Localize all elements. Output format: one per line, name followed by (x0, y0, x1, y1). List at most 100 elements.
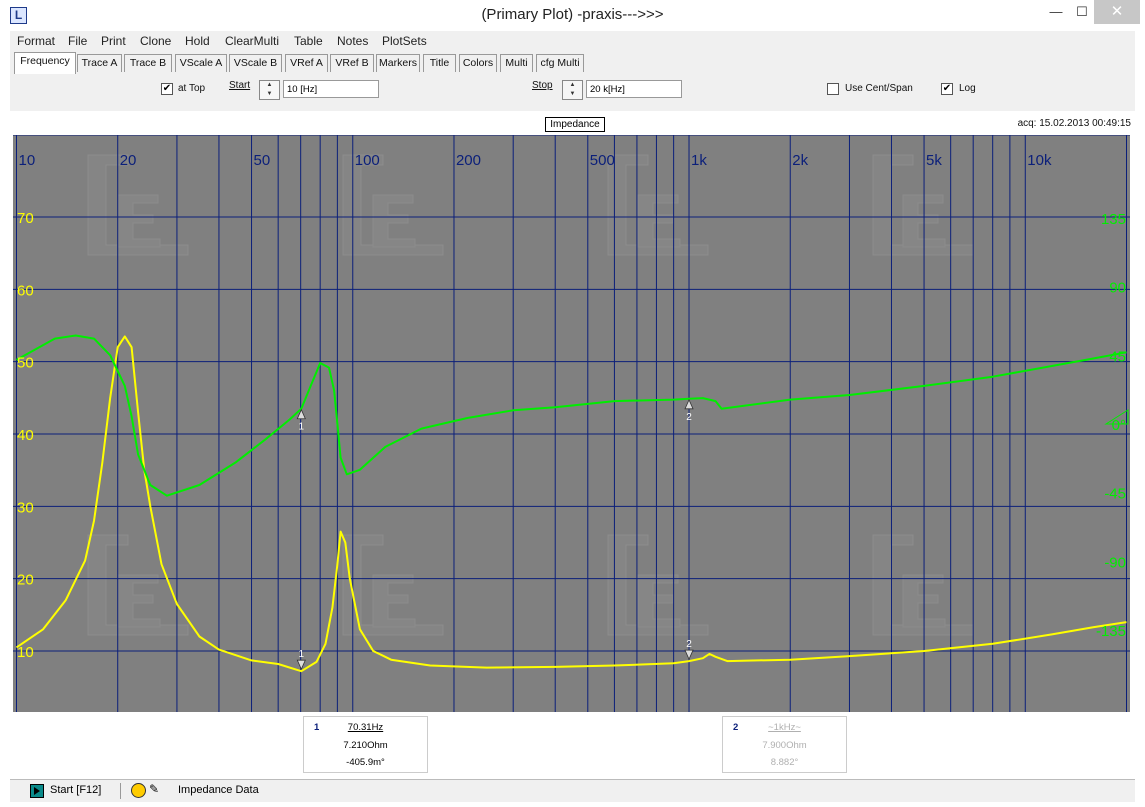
menu-plotsets[interactable]: PlotSets (382, 34, 427, 48)
x-tick-label: 200 (456, 152, 481, 169)
status-text: Impedance Data (178, 784, 259, 796)
close-icon[interactable]: ✕ (1094, 0, 1140, 24)
logo-watermark-3 (872, 154, 974, 256)
y-left-tick-label: 20 (17, 572, 34, 589)
start-button-label: Start [F12] (50, 784, 102, 796)
logo-watermark-1 (342, 154, 444, 256)
menu-file[interactable]: File (68, 34, 87, 48)
use-cent-span-checkbox[interactable] (827, 83, 839, 95)
impedance-plot[interactable]: 10 20 50 100 200 500 1k 2k 5k 10k 70 60 50 40 30 20 10 13… (13, 134, 1130, 712)
x-tick-label: 100 (355, 152, 380, 169)
menu-clone[interactable]: Clone (140, 34, 171, 48)
start-input[interactable]: 10 [Hz] (283, 80, 379, 98)
marker-2-impedance-label: 2 (686, 639, 692, 650)
tab-vref-a[interactable]: VRef A (285, 54, 328, 72)
menu-clearmulti[interactable]: ClearMulti (225, 34, 279, 48)
y-left-tick-label: 40 (17, 427, 34, 444)
marker-1-phase-label: 1 (299, 422, 305, 433)
tab-cfg-multi[interactable]: cfg Multi (536, 54, 584, 72)
stop-spinner[interactable]: ▲ ▼ (562, 80, 583, 100)
tab-frequency[interactable]: Frequency (14, 52, 76, 74)
stop-input[interactable]: 20 k[Hz] (586, 80, 682, 98)
tab-trace-a[interactable]: Trace A (77, 54, 122, 72)
window-title: (Primary Plot) -praxis--->>> (481, 6, 664, 23)
plot-title[interactable]: Impedance (545, 117, 605, 132)
y-right-tick-label: 90 (1109, 280, 1126, 297)
x-tick-label: 10 (19, 152, 36, 169)
start-label: Start (229, 80, 251, 91)
use-cent-span-label: Use Cent/Span (845, 83, 913, 94)
play-icon (30, 784, 44, 798)
stop-label: Stop (532, 80, 553, 91)
x-tick-label: 20 (120, 152, 137, 169)
acquisition-timestamp: acq: 15.02.2013 00:49:15 (1017, 118, 1131, 129)
menu-bar: Format File Print Clone Hold ClearMulti … (10, 31, 1135, 51)
logo-watermark-4 (87, 534, 189, 636)
spin-up-icon[interactable]: ▲ (563, 81, 582, 90)
trace-impedance (15, 335, 1127, 673)
log-checkbox[interactable]: ✔ (941, 83, 953, 95)
start-button[interactable]: Start [F12] (20, 783, 121, 799)
logo-watermark-2 (607, 154, 709, 256)
menu-hold[interactable]: Hold (185, 34, 210, 48)
y-left-tick-label: 70 (17, 210, 34, 227)
marker-1-impedance: 7.210Ohm (343, 740, 388, 751)
y-right-tick-label: -90 (1104, 554, 1126, 571)
wand-icon[interactable]: ✎ (149, 783, 162, 796)
gauge-icon[interactable] (131, 783, 146, 798)
y-left-tick-label: 10 (17, 644, 34, 661)
impedance-chart: 10 20 50 100 200 500 1k 2k 5k 10k 70 60 50 40 30 20 10 13… (13, 134, 1130, 712)
spin-down-icon[interactable]: ▼ (260, 90, 279, 99)
x-tick-label: 10k (1027, 152, 1052, 169)
at-top-label: at Top (178, 83, 206, 94)
at-top-checkbox[interactable]: ✔ (161, 83, 173, 95)
y-right-tick-label: -45 (1104, 486, 1126, 503)
marker-1-impedance-arrow (296, 659, 306, 671)
menu-print[interactable]: Print (101, 34, 126, 48)
tab-trace-b[interactable]: Trace B (124, 54, 172, 72)
frequency-settings: ✔ at Top Start ▲ ▼ 10 [Hz] Stop ▲ ▼ 20 k[H… (10, 75, 1135, 112)
marker-1-readout[interactable]: 1 70.31Hz 7.210Ohm -405.9m° (303, 716, 428, 773)
tab-markers[interactable]: Markers (376, 54, 420, 72)
x-tick-label: 500 (590, 152, 615, 169)
start-spinner[interactable]: ▲ ▼ (259, 80, 280, 100)
y-left-tick-label: 50 (17, 355, 34, 372)
y-left-tick-label: 60 (17, 282, 34, 299)
y-right-tick-label: 135 (1101, 211, 1126, 228)
marker-1-frequency: 70.31Hz (347, 722, 384, 733)
logo-watermark-6 (607, 534, 709, 636)
tab-colors[interactable]: Colors (459, 54, 497, 72)
spin-down-icon[interactable]: ▼ (563, 90, 582, 99)
tab-vscale-a[interactable]: VScale A (175, 54, 227, 72)
marker-2-phase: 8.882° (770, 757, 799, 768)
marker-2-phase-label: 2 (686, 412, 692, 423)
x-tick-label: 50 (254, 152, 271, 169)
x-tick-label: 2k (792, 152, 808, 169)
marker-2-impedance: 7.900Ohm (762, 740, 807, 751)
menu-table[interactable]: Table (294, 34, 323, 48)
y-left-tick-label: 30 (17, 499, 34, 516)
title-bar: L (Primary Plot) -praxis--->>> — ☐ ✕ (0, 0, 1145, 31)
tab-vscale-b[interactable]: VScale B (229, 54, 282, 72)
menu-format[interactable]: Format (17, 34, 55, 48)
marker-2-readout[interactable]: 2 ~1kHz~ 7.900Ohm 8.882° (722, 716, 847, 773)
marker-2-phase-arrow (684, 398, 694, 410)
trace-layer (15, 334, 1127, 673)
spin-up-icon[interactable]: ▲ (260, 81, 279, 90)
y-right-tick-label: 45 (1109, 348, 1126, 365)
status-bar: Start [F12] ✎ Impedance Data (10, 779, 1135, 802)
x-tick-label: 1k (691, 152, 707, 169)
tab-vref-b[interactable]: VRef B (330, 54, 374, 72)
tab-multi[interactable]: Multi (500, 54, 533, 72)
logo-watermark-7 (872, 534, 974, 636)
tab-title[interactable]: Title (423, 54, 456, 72)
marker-2-frequency: ~1kHz~ (768, 722, 801, 733)
trace-phase (16, 334, 1127, 497)
log-label: Log (959, 83, 976, 94)
logo-watermark-0 (87, 154, 189, 256)
menu-notes[interactable]: Notes (337, 34, 368, 48)
marker-2-impedance-arrow (684, 649, 694, 661)
marker-1-phase: -405.9m° (346, 757, 385, 768)
marker-1-impedance-label: 1 (299, 649, 305, 660)
y-right-tick-label: -135 (1096, 623, 1126, 640)
